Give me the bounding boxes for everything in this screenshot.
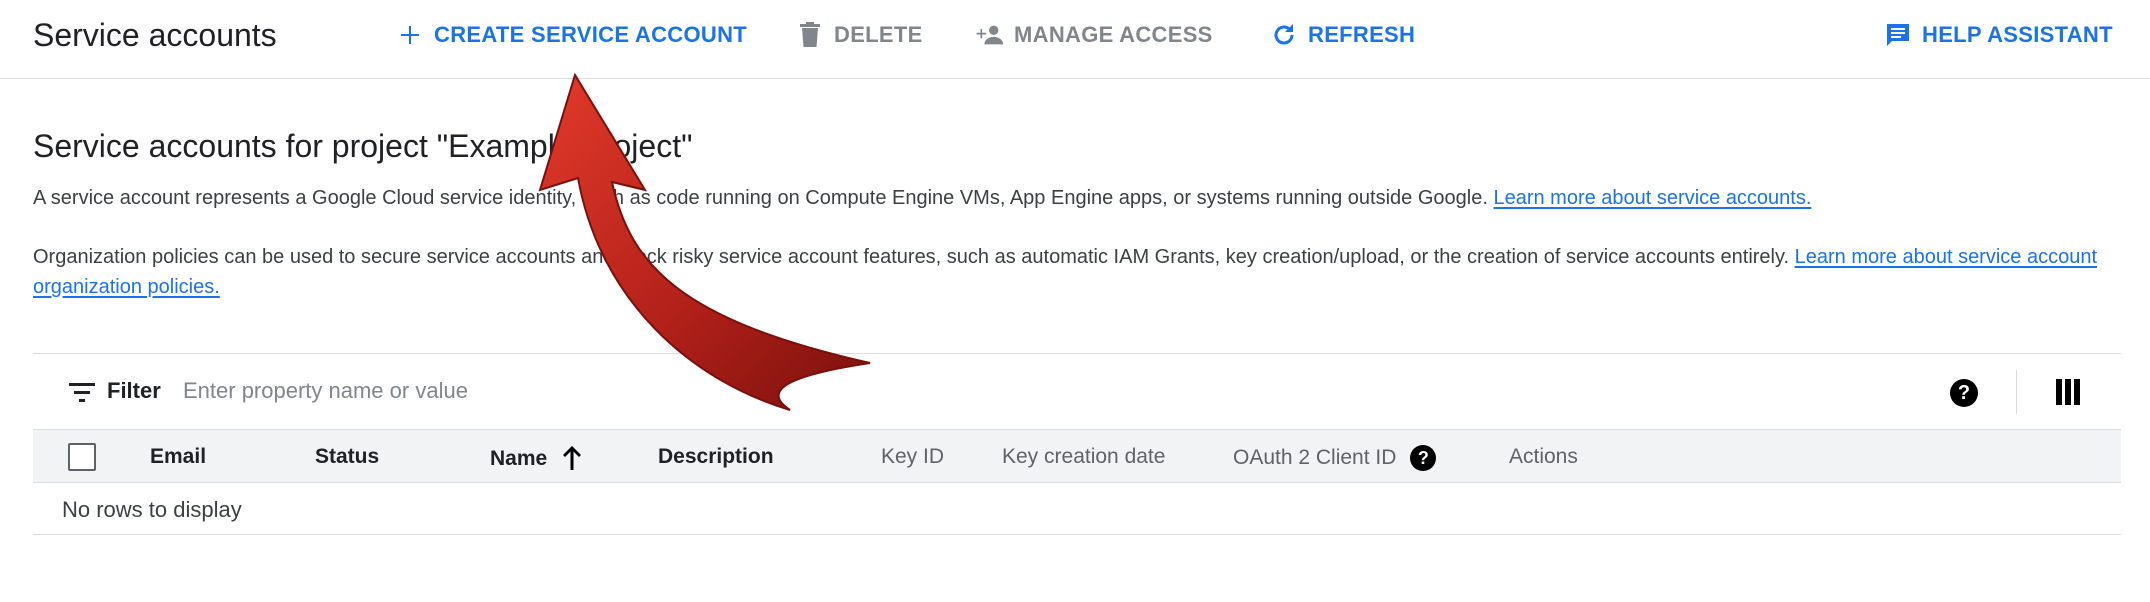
key-creation-date-header-label: Key creation date bbox=[1002, 445, 1166, 468]
delete-button[interactable]: DELETE bbox=[796, 18, 923, 52]
actions-header-label: Actions bbox=[1509, 445, 1578, 468]
filter-input[interactable] bbox=[183, 370, 1083, 412]
column-display-icon[interactable] bbox=[2056, 379, 2082, 405]
page-title: Service accounts bbox=[33, 17, 277, 53]
help-circle-icon[interactable]: ? bbox=[1950, 379, 1978, 407]
table-empty-row: No rows to display bbox=[33, 483, 2121, 535]
filter-bar: Filter ? bbox=[33, 353, 2121, 429]
toolbar: Service accounts CREATE SERVICE ACCOUNT … bbox=[0, 0, 2150, 79]
section-heading: Service accounts for project "Example Pr… bbox=[33, 128, 693, 164]
select-all-checkbox[interactable] bbox=[68, 443, 96, 471]
email-header-label: Email bbox=[150, 445, 207, 468]
filter-icon[interactable] bbox=[69, 380, 95, 404]
delete-label: DELETE bbox=[834, 22, 923, 47]
description-text: A service account represents a Google Cl… bbox=[33, 187, 1488, 209]
trash-icon bbox=[796, 21, 824, 49]
create-service-account-label: CREATE SERVICE ACCOUNT bbox=[434, 22, 747, 47]
column-header-description[interactable]: Description bbox=[658, 445, 774, 469]
column-header-status[interactable]: Status bbox=[315, 445, 379, 469]
manage-access-button[interactable]: MANAGE ACCESS bbox=[976, 18, 1213, 52]
refresh-icon bbox=[1270, 21, 1298, 49]
filter-label: Filter bbox=[107, 378, 161, 403]
create-service-account-button[interactable]: CREATE SERVICE ACCOUNT bbox=[396, 18, 747, 52]
help-circle-icon[interactable]: ? bbox=[1410, 445, 1437, 471]
help-assistant-label: HELP ASSISTANT bbox=[1922, 22, 2113, 47]
help-assistant-button[interactable]: HELP ASSISTANT bbox=[1884, 18, 2113, 52]
service-account-description: A service account represents a Google Cl… bbox=[33, 183, 2118, 213]
policy-text: Organization policies can be used to sec… bbox=[33, 246, 1790, 268]
refresh-button[interactable]: REFRESH bbox=[1270, 18, 1415, 52]
column-header-actions: Actions bbox=[1509, 445, 1578, 469]
manage-access-label: MANAGE ACCESS bbox=[1014, 22, 1213, 47]
column-header-key-id: Key ID bbox=[881, 445, 944, 469]
empty-message: No rows to display bbox=[62, 497, 242, 522]
org-policy-description: Organization policies can be used to sec… bbox=[33, 242, 2118, 302]
feedback-icon bbox=[1884, 21, 1912, 49]
learn-more-service-accounts-link[interactable]: Learn more about service accounts. bbox=[1493, 187, 1811, 209]
column-header-oauth-client-id: OAuth 2 Client ID ? bbox=[1233, 445, 1437, 471]
key-id-header-label: Key ID bbox=[881, 445, 945, 468]
table-header: Email Status Name Description Key ID Key… bbox=[33, 429, 2121, 483]
column-header-name[interactable]: Name bbox=[490, 445, 583, 472]
refresh-label: REFRESH bbox=[1308, 22, 1416, 47]
oauth-client-id-header-label: OAuth 2 Client ID bbox=[1233, 446, 1397, 469]
add-icon bbox=[396, 21, 424, 49]
status-header-label: Status bbox=[315, 445, 380, 468]
sort-ascending-icon bbox=[561, 445, 583, 472]
person-add-icon bbox=[976, 21, 1004, 49]
name-header-label: Name bbox=[490, 446, 548, 470]
description-header-label: Description bbox=[658, 445, 774, 468]
divider bbox=[2016, 370, 2017, 414]
column-header-key-creation-date: Key creation date bbox=[1002, 445, 1165, 469]
column-header-email[interactable]: Email bbox=[150, 445, 206, 469]
